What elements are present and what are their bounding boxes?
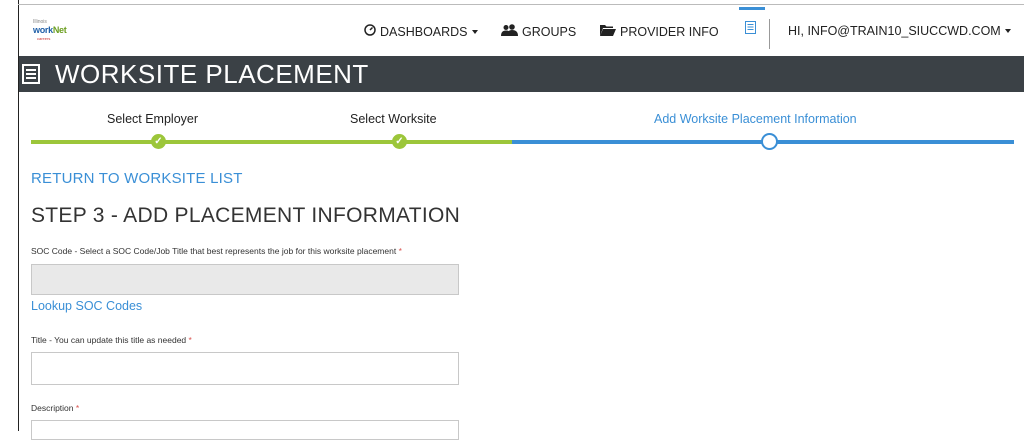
dashboard-gauge-icon — [364, 24, 376, 39]
step-1-check-icon: ✓ — [151, 134, 166, 149]
step-2-check-icon: ✓ — [392, 134, 407, 149]
nav-groups-label: GROUPS — [522, 24, 577, 39]
page-title: WORKSITE PLACEMENT — [55, 59, 369, 89]
user-menu-label: HI, INFO@TRAIN10_SIUCCWD.COM — [788, 24, 1001, 38]
user-menu[interactable]: HI, INFO@TRAIN10_SIUCCWD.COM — [788, 24, 1011, 38]
folder-open-icon — [600, 24, 616, 39]
lookup-soc-codes-link[interactable]: Lookup SOC Codes — [31, 299, 142, 313]
chevron-down-icon — [471, 29, 478, 34]
description-input[interactable] — [31, 420, 459, 440]
chevron-down-icon — [1004, 29, 1011, 33]
stepper-progress-complete — [31, 140, 512, 144]
illinois-worknet-logo[interactable]: Illinois workNet careers — [33, 19, 83, 43]
top-navigation: Illinois workNet careers DASHBOARDS GROU… — [19, 5, 1024, 56]
description-label: Description * — [31, 403, 80, 413]
return-to-worksite-list-link[interactable]: RETURN TO WORKSITE LIST — [31, 170, 243, 187]
title-input[interactable] — [31, 352, 459, 385]
step-select-employer-label[interactable]: Select Employer — [107, 112, 198, 126]
soc-code-field[interactable] — [31, 264, 459, 295]
nav-dashboards[interactable]: DASHBOARDS — [364, 24, 478, 39]
users-group-icon — [501, 24, 518, 39]
nav-provider-info[interactable]: PROVIDER INFO — [600, 24, 719, 39]
nav-provider-info-label: PROVIDER INFO — [620, 24, 719, 39]
step-title: STEP 3 - ADD PLACEMENT INFORMATION — [31, 204, 461, 227]
nav-divider — [769, 19, 770, 49]
required-marker: * — [398, 246, 402, 256]
nav-dashboards-label: DASHBOARDS — [380, 24, 468, 39]
step-3-current-marker — [761, 133, 778, 150]
nav-active-indicator — [739, 7, 765, 10]
list-alt-icon — [22, 63, 40, 85]
logo-wordmark: workNet — [33, 25, 67, 35]
required-marker: * — [75, 403, 80, 413]
document-list-icon — [745, 21, 756, 37]
page-header: WORKSITE PLACEMENT — [19, 56, 1024, 92]
logo-tagline: careers — [37, 36, 51, 41]
title-label: Title - You can update this title as nee… — [31, 335, 192, 345]
nav-groups[interactable]: GROUPS — [501, 24, 576, 39]
soc-code-label: SOC Code - Select a SOC Code/Job Title t… — [31, 246, 402, 256]
required-marker: * — [188, 335, 192, 345]
nav-page-view[interactable] — [745, 21, 756, 37]
step-select-worksite-label[interactable]: Select Worksite — [350, 112, 437, 126]
step-add-placement-label: Add Worksite Placement Information — [654, 112, 857, 126]
